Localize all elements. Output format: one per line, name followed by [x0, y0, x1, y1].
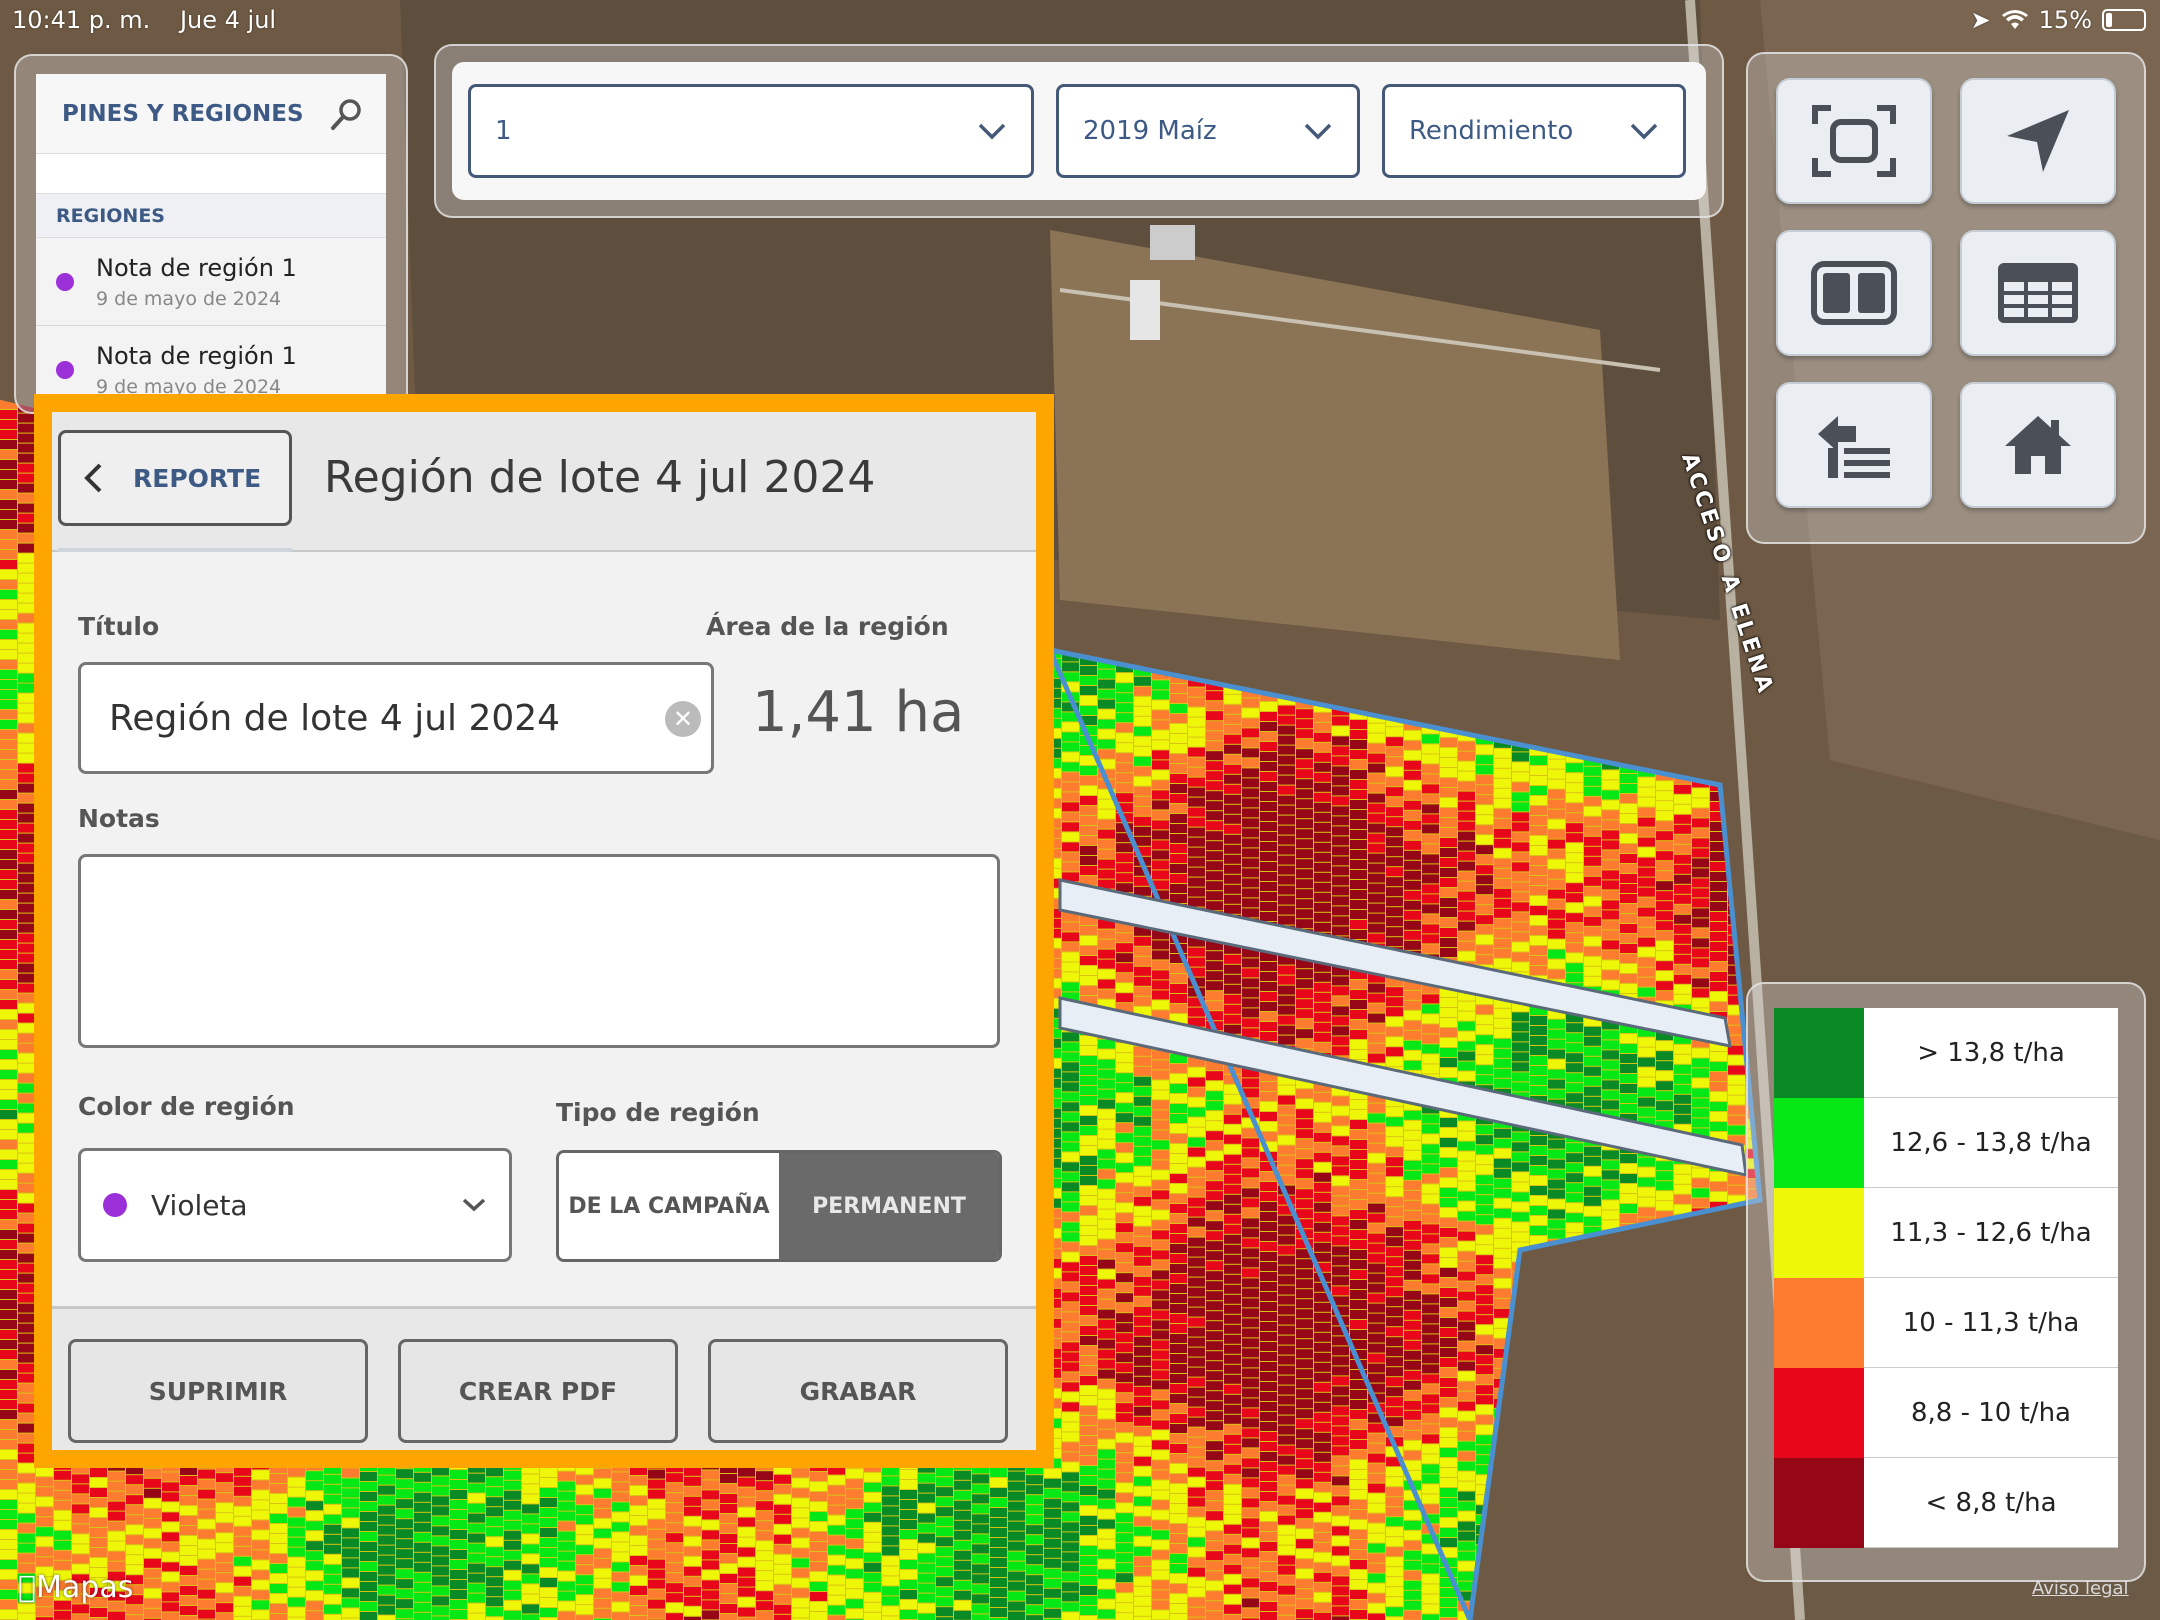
pins-list-spacer [36, 154, 386, 194]
season-select-value: 2019 Maíz [1083, 116, 1217, 146]
chevron-down-icon [462, 1198, 486, 1212]
table-icon [1998, 263, 2078, 323]
legend-label: 10 - 11,3 t/ha [1902, 1307, 2080, 1338]
field-select-value: 1 [495, 116, 512, 146]
season-select[interactable]: 2019 Maíz [1056, 84, 1360, 178]
create-pdf-button[interactable]: CREAR PDF [398, 1339, 678, 1443]
color-swatch-dot [103, 1193, 127, 1217]
navigate-icon [2007, 110, 2069, 172]
legend-label: > 13,8 t/ha [1917, 1037, 2065, 1068]
notes-textarea[interactable] [78, 854, 1000, 1048]
legend-label: < 8,8 t/ha [1925, 1487, 2057, 1518]
region-name: Nota de región 1 [96, 341, 297, 370]
legend-swatch [1774, 1368, 1864, 1458]
field-select[interactable]: 1 [468, 84, 1034, 178]
clear-icon[interactable]: ✕ [665, 701, 701, 737]
layer-select-value: Rendimiento [1409, 116, 1574, 146]
back-button-label: REPORTE [133, 463, 262, 493]
location-arrow-icon: ➤ [1970, 6, 1991, 34]
segment-permanent[interactable]: PERMANENT [779, 1153, 999, 1259]
export-list-button[interactable] [1776, 382, 1932, 508]
region-date: 9 de mayo de 2024 [96, 287, 282, 310]
home-icon [2005, 416, 2071, 474]
region-color-value: Violeta [151, 1188, 248, 1222]
legend-swatch [1774, 1188, 1864, 1278]
legend-swatch [1774, 1278, 1864, 1368]
chevron-down-icon [1304, 123, 1332, 140]
map-tools-panel [1746, 52, 2146, 544]
search-icon[interactable] [330, 97, 364, 131]
region-edit-dialog: REPORTE Región de lote 4 jul 2024 Título… [34, 394, 1054, 1468]
region-name: Nota de región 1 [96, 253, 297, 282]
status-time: 10:41 p. m. [12, 6, 151, 34]
region-type-segmented-control[interactable]: DE LA CAMPAÑA PERMANENT [556, 1150, 1002, 1262]
back-to-report-button[interactable]: REPORTE [58, 430, 292, 526]
region-color-label: Color de región [78, 1092, 295, 1121]
region-color-select[interactable]: Violeta [78, 1148, 512, 1262]
table-button[interactable] [1960, 230, 2116, 356]
dialog-header: REPORTE Región de lote 4 jul 2024 [52, 412, 1036, 552]
chevron-down-icon [978, 123, 1006, 140]
regions-section-header: REGIONES [36, 194, 386, 238]
export-list-icon [1818, 416, 1890, 478]
notes-label: Notas [78, 804, 160, 833]
segment-campaign[interactable]: DE LA CAMPAÑA [559, 1153, 779, 1259]
legend-swatch [1774, 1098, 1864, 1188]
split-view-icon [1811, 261, 1897, 325]
split-view-button[interactable] [1776, 230, 1932, 356]
legend-label: 11,3 - 12,6 t/ha [1890, 1217, 2092, 1248]
region-color-dot [56, 272, 74, 291]
pins-panel-title: PINES Y REGIONES [62, 100, 304, 127]
area-value: 1,41 ha [752, 680, 965, 745]
status-bar: 10:41 p. m. Jue 4 jul [12, 6, 298, 34]
legend-label: 12,6 - 13,8 t/ha [1890, 1127, 2092, 1158]
legend-swatch [1774, 1008, 1864, 1098]
delete-button[interactable]: SUPRIMIR [68, 1339, 368, 1443]
maps-logo: Mapas [18, 1570, 133, 1605]
dialog-footer: SUPRIMIR CREAR PDF GRABAR [52, 1306, 1036, 1450]
legend-row: > 13,8 t/ha [1774, 1008, 2118, 1098]
title-label: Título [78, 612, 160, 641]
region-list-item[interactable]: Nota de región 1 9 de mayo de 2024 [36, 238, 386, 326]
chevron-down-icon [1630, 123, 1658, 140]
dialog-title: Región de lote 4 jul 2024 [324, 452, 876, 503]
legend-label: 8,8 - 10 t/ha [1911, 1397, 2071, 1428]
save-button[interactable]: GRABAR [708, 1339, 1008, 1443]
layer-select[interactable]: Rendimiento [1382, 84, 1686, 178]
legend-row: 11,3 - 12,6 t/ha [1774, 1188, 2118, 1278]
legend-swatch [1774, 1458, 1864, 1548]
status-date: Jue 4 jul [179, 6, 277, 34]
battery-icon [2102, 9, 2146, 31]
legend-row: 12,6 - 13,8 t/ha [1774, 1098, 2118, 1188]
status-icons: ➤ 15% [1971, 6, 2146, 34]
fullscreen-button[interactable] [1776, 78, 1932, 204]
title-input-value: Región de lote 4 jul 2024 [109, 697, 561, 739]
pins-regions-panel: PINES Y REGIONES REGIONES Nota de región… [14, 54, 408, 416]
wifi-icon [2001, 10, 2028, 29]
legend-row: 10 - 11,3 t/ha [1774, 1278, 2118, 1368]
yield-legend: > 13,8 t/ha 12,6 - 13,8 t/ha 11,3 - 12,6… [1746, 982, 2146, 1582]
region-color-dot [56, 360, 74, 379]
chevron-left-icon [84, 463, 102, 493]
fullscreen-icon [1812, 105, 1896, 177]
legend-row: 8,8 - 10 t/ha [1774, 1368, 2118, 1458]
home-button[interactable] [1960, 382, 2116, 508]
selector-bar: 1 2019 Maíz Rendimiento [434, 44, 1724, 218]
navigate-button[interactable] [1960, 78, 2116, 204]
legend-row: < 8,8 t/ha [1774, 1458, 2118, 1548]
area-label: Área de la región [706, 612, 949, 641]
region-type-label: Tipo de región [556, 1098, 760, 1127]
battery-percent: 15% [2038, 6, 2092, 34]
back-button-underline [58, 548, 292, 552]
title-input[interactable]: Región de lote 4 jul 2024 ✕ [78, 662, 714, 774]
